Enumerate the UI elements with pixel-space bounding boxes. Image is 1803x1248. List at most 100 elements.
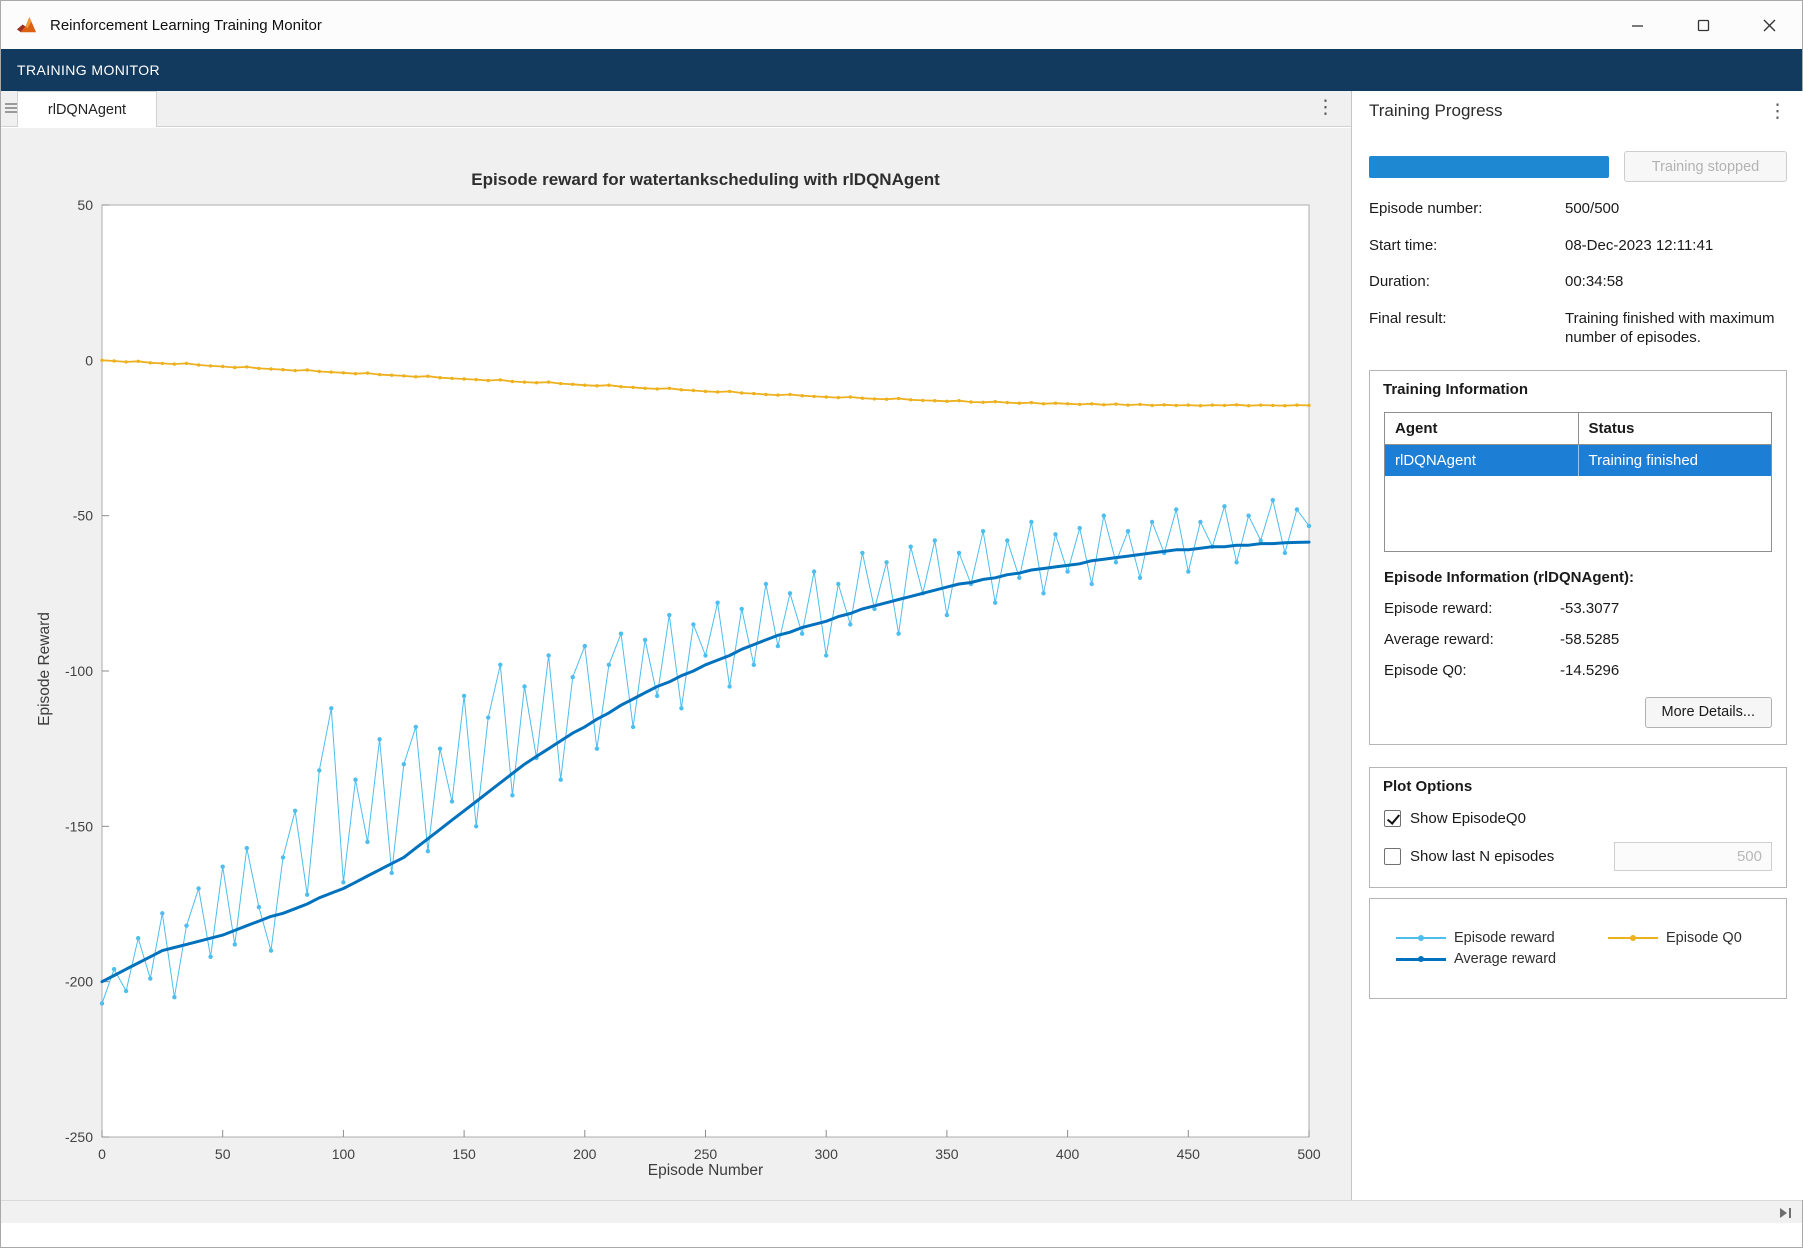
scroll-to-end-button[interactable] <box>1775 1204 1797 1221</box>
field-label: Duration: <box>1369 273 1430 290</box>
close-button[interactable] <box>1736 1 1802 49</box>
minimize-button[interactable] <box>1604 1 1670 49</box>
svg-text:500: 500 <box>1297 1146 1321 1162</box>
window-title: Reinforcement Learning Training Monitor <box>50 16 322 34</box>
training-information-title: Training Information <box>1383 380 1528 398</box>
field-value: -58.5285 <box>1560 630 1620 648</box>
field-value: 500/500 <box>1565 200 1620 217</box>
show-episodeq0-row: Show EpisodeQ0 <box>1384 809 1772 827</box>
matlab-icon <box>16 16 37 32</box>
table-header-row: Agent Status <box>1385 412 1771 445</box>
skip-to-end-icon <box>1780 1207 1791 1218</box>
figure-area: 0 50 100 150 200 250 300 350 400 450 500 -250 -200 -1… <box>1 128 1351 1200</box>
episode-q0-swatch-icon <box>1608 932 1658 944</box>
show-lastn-label: Show last N episodes <box>1410 847 1555 865</box>
show-lastn-checkbox[interactable] <box>1384 847 1401 865</box>
agent-cell: rlDQNAgent <box>1385 444 1579 476</box>
agent-status-row[interactable]: rlDQNAgent Training finished <box>1385 444 1771 476</box>
chart-legend: Episode reward Episode Q0 Average reward <box>1369 897 1787 999</box>
legend-label: Average reward <box>1454 950 1557 967</box>
legend-entry: Episode reward <box>1396 930 1608 946</box>
show-episodeq0-label: Show EpisodeQ0 <box>1410 809 1526 827</box>
chart-kebab-menu-icon[interactable]: ⋮ <box>1316 98 1335 117</box>
episode-information-title: Episode Information (rlDQNAgent): <box>1384 568 1634 586</box>
field-label: Start time: <box>1369 236 1438 254</box>
chart-title: Episode reward for watertankscheduling w… <box>471 170 940 189</box>
legend-entry: Episode Q0 <box>1608 930 1742 946</box>
field-final-result: Final result: Training finished with max… <box>1369 309 1787 348</box>
plot-options-title: Plot Options <box>1383 777 1473 795</box>
field-value: Training finished with maximum number of… <box>1565 309 1775 347</box>
show-last-n-row: Show last N episodes <box>1384 841 1772 871</box>
svg-text:-250: -250 <box>65 1129 93 1145</box>
svg-text:250: 250 <box>694 1146 718 1162</box>
progress-fill <box>1369 155 1609 178</box>
svg-text:50: 50 <box>77 197 93 213</box>
svg-text:300: 300 <box>815 1146 839 1162</box>
svg-text:150: 150 <box>452 1146 476 1162</box>
field-value: 08-Dec-2023 12:11:41 <box>1565 236 1714 254</box>
svg-text:450: 450 <box>1177 1146 1201 1162</box>
maximize-button[interactable] <box>1670 1 1736 49</box>
field-value: -53.3077 <box>1560 599 1620 617</box>
field-duration: Duration: 00:34:58 <box>1369 272 1787 292</box>
field-episode-reward: Episode reward: -53.3077 <box>1384 600 1772 617</box>
column-header-status: Status <box>1578 413 1771 445</box>
last-n-episodes-input <box>1614 841 1772 871</box>
panel-title: Training Progress <box>1369 101 1503 120</box>
average-reward-swatch-icon <box>1396 953 1446 965</box>
field-average-reward: Average reward: -58.5285 <box>1384 631 1772 648</box>
svg-text:200: 200 <box>573 1146 597 1162</box>
grip-icon[interactable] <box>5 103 17 115</box>
field-label: Episode reward: <box>1384 599 1493 617</box>
y-axis-label: Episode Reward <box>36 612 53 726</box>
field-value: 00:34:58 <box>1565 273 1624 290</box>
field-label: Episode Q0: <box>1384 661 1467 679</box>
svg-text:100: 100 <box>332 1146 356 1162</box>
episode-reward-chart[interactable]: 0 50 100 150 200 250 300 350 400 450 500-250-200-1… <box>1 128 1351 1200</box>
field-label: Final result: <box>1369 309 1447 327</box>
svg-text:0: 0 <box>98 1146 106 1162</box>
training-progress-panel: Training Progress ⋮ Training stopped Epi… <box>1351 91 1803 1200</box>
field-episode-q0: Episode Q0: -14.5296 <box>1384 662 1772 679</box>
show-episodeq0-checkbox[interactable] <box>1384 809 1401 827</box>
svg-text:-200: -200 <box>65 974 93 990</box>
plot-options-box: Plot Options Show EpisodeQ0 Show last N … <box>1369 766 1787 888</box>
tab-rldqnagent[interactable]: rlDQNAgent <box>17 91 157 127</box>
tab-label: rlDQNAgent <box>47 101 127 118</box>
training-progress-bar <box>1369 155 1609 178</box>
x-axis-label: Episode Number <box>647 1162 764 1179</box>
field-start-time: Start time: 08-Dec-2023 12:11:41 <box>1369 236 1787 256</box>
field-episode-number: Episode number: 500/500 <box>1369 199 1787 219</box>
training-information-box: Training Information Agent Status rlDQNA… <box>1369 369 1787 745</box>
horizontal-scrollbar[interactable] <box>1 1200 1802 1223</box>
status-cell: Training finished <box>1588 451 1699 469</box>
window-controls <box>1604 1 1802 49</box>
column-header-agent: Agent <box>1385 412 1579 445</box>
ribbon-tab-training-monitor[interactable]: TRAINING MONITOR <box>1 62 176 78</box>
field-label: Episode number: <box>1369 200 1483 217</box>
svg-text:-150: -150 <box>65 818 93 834</box>
panel-kebab-menu-icon[interactable]: ⋮ <box>1768 102 1787 121</box>
field-value: -14.5296 <box>1560 661 1620 679</box>
maximize-icon <box>1697 19 1709 31</box>
more-details-button[interactable]: More Details... <box>1644 696 1772 728</box>
episode-reward-swatch-icon <box>1396 932 1446 944</box>
svg-text:0: 0 <box>85 352 93 368</box>
svg-text:-50: -50 <box>73 508 93 524</box>
legend-label: Episode Q0 <box>1666 929 1742 946</box>
title-bar: Reinforcement Learning Training Monitor <box>1 1 1802 49</box>
svg-text:-100: -100 <box>65 663 93 679</box>
agent-status-table: Agent Status rlDQNAgent Training finishe… <box>1384 411 1772 552</box>
field-label: Average reward: <box>1384 630 1494 648</box>
document-tab-bar: rlDQNAgent ⋮ <box>1 91 1351 127</box>
close-icon <box>1763 19 1775 31</box>
app-window: Reinforcement Learning Training Monitor … <box>0 0 1803 1248</box>
training-stopped-button: Training stopped <box>1624 151 1787 182</box>
svg-text:50: 50 <box>215 1146 231 1162</box>
ribbon-bar: TRAINING MONITOR <box>1 49 1802 91</box>
legend-label: Episode reward <box>1454 929 1555 946</box>
svg-text:350: 350 <box>935 1146 959 1162</box>
svg-text:400: 400 <box>1056 1146 1080 1162</box>
legend-entry: Average reward <box>1396 951 1608 967</box>
